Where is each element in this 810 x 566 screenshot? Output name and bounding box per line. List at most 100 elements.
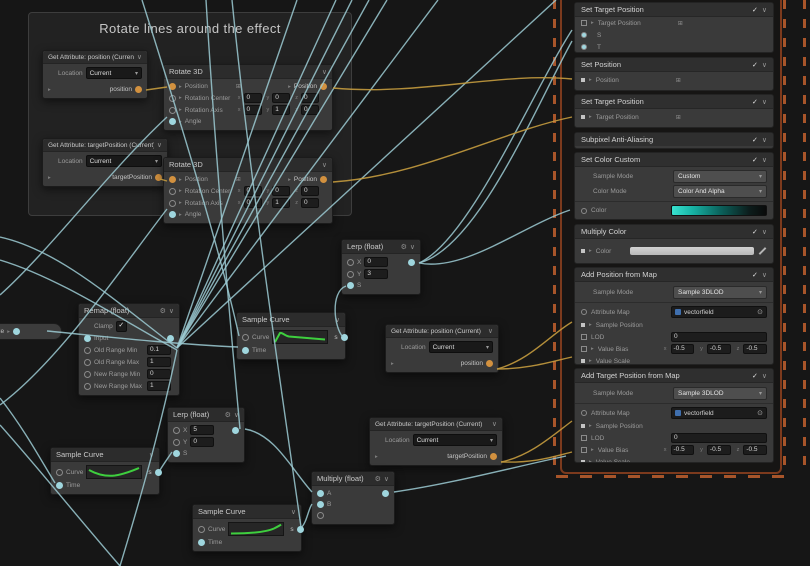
enabled-checkbox[interactable]: ✓: [752, 6, 758, 14]
sample-mode-dropdown[interactable]: Sample 3DLOD ▾: [673, 387, 767, 400]
block-add-position-from-map[interactable]: Add Position from Map ✓ ∨ Sample Mode Sa…: [574, 267, 774, 365]
rotation-axis-x-field[interactable]: 0: [243, 105, 262, 115]
gear-icon[interactable]: ⚙: [225, 411, 231, 419]
new-range-min-field[interactable]: 0: [147, 369, 171, 379]
chevron-down-icon[interactable]: ∨: [322, 161, 327, 169]
curve-input-port[interactable]: [242, 333, 249, 341]
node-sample-curve-3[interactable]: Sample Curve ∨ Curve s Time: [192, 504, 304, 552]
output-port[interactable]: [296, 525, 304, 533]
value-scale-port[interactable]: [581, 359, 585, 363]
s-input-port[interactable]: [173, 450, 180, 457]
rotation-center-port[interactable]: [169, 94, 176, 102]
output-port[interactable]: [232, 426, 239, 434]
angle-input-port[interactable]: [169, 211, 176, 218]
chevron-down-icon[interactable]: ∨: [234, 411, 239, 419]
new-range-max-field[interactable]: 1: [147, 381, 171, 391]
block-header[interactable]: Subpixel Anti-Aliasing ✓ ∨: [575, 133, 773, 146]
enabled-checkbox[interactable]: ✓: [752, 136, 758, 144]
expand-icon[interactable]: ⊞: [676, 114, 681, 121]
enabled-checkbox[interactable]: ✓: [752, 271, 758, 279]
block-header[interactable]: Set Target Position ✓ ∨: [575, 3, 773, 17]
rotation-center-y-field[interactable]: 0: [272, 186, 291, 196]
chevron-down-icon[interactable]: ∨: [157, 141, 162, 149]
chevron-down-icon[interactable]: ∨: [762, 271, 767, 279]
color-gradient-field[interactable]: [671, 205, 767, 216]
lod-field[interactable]: 0: [671, 332, 767, 342]
chevron-down-icon[interactable]: ∨: [762, 61, 767, 69]
chevron-down-icon[interactable]: ∨: [410, 243, 415, 251]
block-set-position[interactable]: Set Position ✓ ∨ ▸ Position ⊞: [574, 57, 774, 91]
node-header[interactable]: Rotate 3D ∨: [164, 158, 332, 172]
rotation-axis-z-field[interactable]: 0: [301, 105, 320, 115]
value-scale-port[interactable]: [581, 460, 585, 462]
value-bias-y-field[interactable]: -0.5: [706, 445, 731, 455]
location-dropdown[interactable]: Current ▾: [412, 434, 497, 446]
rotation-center-x-field[interactable]: 0: [243, 186, 262, 196]
old-range-min-field[interactable]: 0.1: [147, 345, 171, 355]
location-dropdown[interactable]: Current ▾: [85, 67, 142, 79]
chevron-down-icon[interactable]: ∨: [492, 420, 497, 428]
a-input-port[interactable]: [317, 490, 324, 497]
object-picker-icon[interactable]: ⊙: [757, 409, 763, 417]
sample-position-port[interactable]: [581, 323, 585, 327]
node-lerp-float-1[interactable]: Lerp (float) ⚙ ∨ X 0 Y 3 S: [341, 239, 421, 295]
node-header[interactable]: Remap (float) ⚙ ∨: [79, 304, 179, 318]
block-subpixel-anti-aliasing[interactable]: Subpixel Anti-Aliasing ✓ ∨: [574, 132, 774, 149]
block-header[interactable]: Set Color Custom ✓ ∨: [575, 153, 773, 167]
value-bias-z-field[interactable]: -0.5: [743, 344, 767, 354]
block-add-target-position-from-map[interactable]: Add Target Position from Map ✓ ∨ Sample …: [574, 368, 774, 463]
node-sample-curve-1[interactable]: Sample Curve ∨ Curve s Time: [236, 312, 348, 360]
node-sample-curve-2[interactable]: Sample Curve ∨ Curve s Time: [50, 447, 162, 495]
value-bias-y-field[interactable]: -0.5: [706, 344, 731, 354]
chevron-down-icon[interactable]: ∨: [291, 508, 296, 516]
rotation-axis-y-field[interactable]: 1: [272, 105, 291, 115]
x-value-field[interactable]: 0: [364, 257, 389, 267]
node-header[interactable]: Multiply (float) ⚙ ∨: [312, 472, 394, 486]
y-value-field[interactable]: 0: [190, 437, 215, 447]
chevron-down-icon[interactable]: ∨: [762, 156, 767, 164]
value-bias-x-field[interactable]: -0.5: [670, 344, 695, 354]
y-input-port[interactable]: [347, 270, 354, 278]
input-port[interactable]: [84, 335, 91, 342]
output-port[interactable]: [382, 490, 389, 497]
node-header[interactable]: Sample Curve ∨: [51, 448, 159, 462]
y-input-port[interactable]: [173, 438, 180, 446]
gear-icon[interactable]: ⚙: [160, 307, 166, 315]
new-range-max-port[interactable]: [84, 382, 91, 390]
output-port[interactable]: [154, 468, 162, 476]
value-bias-x-field[interactable]: -0.5: [670, 445, 695, 455]
chevron-down-icon[interactable]: ∨: [762, 228, 767, 236]
time-input-port[interactable]: [198, 539, 205, 546]
output-port[interactable]: [320, 176, 327, 183]
node-header[interactable]: Get Attribute: position (Current) ∨: [386, 325, 498, 338]
color-input-port[interactable]: [581, 249, 585, 253]
node-lerp-float-2[interactable]: Lerp (float) ⚙ ∨ X 5 Y 0 S: [167, 407, 245, 463]
lod-field[interactable]: 0: [671, 433, 767, 443]
value-bias-port[interactable]: [581, 447, 587, 453]
chevron-down-icon[interactable]: ∨: [137, 53, 142, 61]
update-context-container[interactable]: Set Target Position ✓ ∨ ▸ Target Positio…: [560, 0, 782, 474]
value-bias-z-field[interactable]: -0.5: [743, 445, 767, 455]
rotation-axis-port[interactable]: [169, 106, 176, 114]
x-input-port[interactable]: [173, 426, 180, 434]
port-icon[interactable]: [581, 20, 587, 26]
position-input-port[interactable]: [169, 83, 176, 90]
chevron-down-icon[interactable]: ∨: [335, 316, 340, 324]
rotation-axis-y-field[interactable]: 1: [272, 198, 291, 208]
expand-icon[interactable]: ⊞: [676, 77, 681, 84]
output-port[interactable]: [408, 258, 415, 266]
rotation-center-x-field[interactable]: 0: [243, 93, 262, 103]
output-port[interactable]: [320, 83, 327, 90]
node-multiply-float[interactable]: Multiply (float) ⚙ ∨ A B: [311, 471, 395, 525]
node-header[interactable]: Lerp (float) ⚙ ∨: [342, 240, 420, 254]
chevron-down-icon[interactable]: ∨: [762, 372, 767, 380]
curve-input-port[interactable]: [56, 468, 63, 476]
curve-preview[interactable]: [272, 330, 329, 344]
chevron-down-icon[interactable]: ∨: [149, 451, 154, 459]
node-header[interactable]: Rotate 3D ∨: [164, 65, 332, 79]
color-input-port[interactable]: [581, 207, 587, 214]
chevron-down-icon[interactable]: ∨: [384, 475, 389, 483]
node-header[interactable]: Get Attribute: targetPosition (Current) …: [370, 418, 502, 431]
b-input-port[interactable]: [317, 501, 324, 508]
output-port[interactable]: [167, 335, 174, 342]
